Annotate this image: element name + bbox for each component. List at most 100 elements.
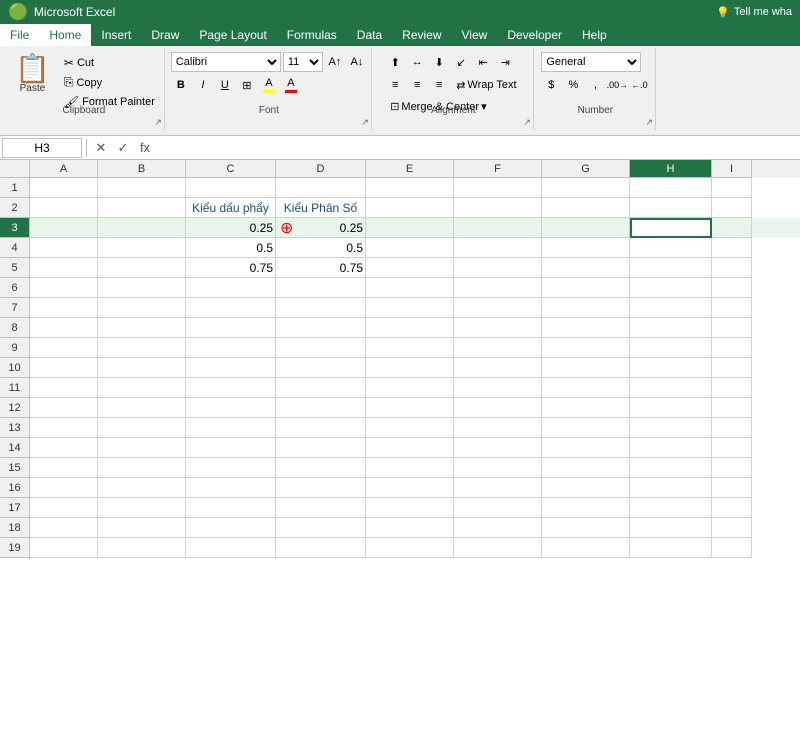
align-right-btn[interactable]: ≡ bbox=[429, 75, 449, 95]
cell-D8[interactable] bbox=[276, 318, 366, 338]
copy-button[interactable]: ⎘ Copy bbox=[59, 73, 160, 92]
cell-I5[interactable] bbox=[712, 258, 752, 278]
font-expand[interactable]: ↗ bbox=[361, 117, 369, 128]
cell-H4[interactable] bbox=[630, 238, 712, 258]
cell-H16[interactable] bbox=[630, 478, 712, 498]
col-header-A[interactable]: A bbox=[30, 160, 98, 178]
cell-E13[interactable] bbox=[366, 418, 454, 438]
cell-A3[interactable] bbox=[30, 218, 98, 238]
cell-D14[interactable] bbox=[276, 438, 366, 458]
cell-C17[interactable] bbox=[186, 498, 276, 518]
row-header-8[interactable]: 8 bbox=[0, 318, 30, 338]
cell-G15[interactable] bbox=[542, 458, 630, 478]
cell-D12[interactable] bbox=[276, 398, 366, 418]
cell-G18[interactable] bbox=[542, 518, 630, 538]
cell-A12[interactable] bbox=[30, 398, 98, 418]
border-button[interactable]: ⊞ bbox=[237, 75, 257, 95]
cell-B6[interactable] bbox=[98, 278, 186, 298]
cell-C12[interactable] bbox=[186, 398, 276, 418]
cell-F6[interactable] bbox=[454, 278, 542, 298]
cell-H1[interactable] bbox=[630, 178, 712, 198]
cell-E5[interactable] bbox=[366, 258, 454, 278]
cell-C4[interactable]: 0.5 bbox=[186, 238, 276, 258]
cell-A13[interactable] bbox=[30, 418, 98, 438]
row-header-14[interactable]: 14 bbox=[0, 438, 30, 458]
align-middle-btn[interactable]: ↔ bbox=[407, 52, 427, 72]
cell-G4[interactable] bbox=[542, 238, 630, 258]
cell-F17[interactable] bbox=[454, 498, 542, 518]
cell-D5[interactable]: 0.75 bbox=[276, 258, 366, 278]
col-header-B[interactable]: B bbox=[98, 160, 186, 178]
cell-I19[interactable] bbox=[712, 538, 752, 558]
cell-B14[interactable] bbox=[98, 438, 186, 458]
cell-A9[interactable] bbox=[30, 338, 98, 358]
cell-C19[interactable] bbox=[186, 538, 276, 558]
cell-G14[interactable] bbox=[542, 438, 630, 458]
cell-E4[interactable] bbox=[366, 238, 454, 258]
cell-I12[interactable] bbox=[712, 398, 752, 418]
cell-G7[interactable] bbox=[542, 298, 630, 318]
font-size-select[interactable]: 11 bbox=[283, 52, 323, 72]
cell-G17[interactable] bbox=[542, 498, 630, 518]
cell-E14[interactable] bbox=[366, 438, 454, 458]
cell-C10[interactable] bbox=[186, 358, 276, 378]
cell-F18[interactable] bbox=[454, 518, 542, 538]
cell-G9[interactable] bbox=[542, 338, 630, 358]
cell-H5[interactable] bbox=[630, 258, 712, 278]
align-bottom-btn[interactable]: ⬇ bbox=[429, 52, 449, 72]
col-header-H[interactable]: H bbox=[630, 160, 712, 178]
cell-E6[interactable] bbox=[366, 278, 454, 298]
cell-D13[interactable] bbox=[276, 418, 366, 438]
cell-H18[interactable] bbox=[630, 518, 712, 538]
cell-D3[interactable]: ⊕ 0.25 bbox=[276, 218, 366, 238]
cell-H19[interactable] bbox=[630, 538, 712, 558]
row-header-15[interactable]: 15 bbox=[0, 458, 30, 478]
cell-B11[interactable] bbox=[98, 378, 186, 398]
cell-D17[interactable] bbox=[276, 498, 366, 518]
cell-G11[interactable] bbox=[542, 378, 630, 398]
increase-font-btn[interactable]: A↑ bbox=[325, 52, 345, 72]
align-top-btn[interactable]: ⬆ bbox=[385, 52, 405, 72]
cell-G8[interactable] bbox=[542, 318, 630, 338]
cell-H8[interactable] bbox=[630, 318, 712, 338]
cell-E3[interactable] bbox=[366, 218, 454, 238]
wrap-text-button[interactable]: ⇄ Wrap Text bbox=[451, 77, 521, 94]
row-header-13[interactable]: 13 bbox=[0, 418, 30, 438]
cell-A17[interactable] bbox=[30, 498, 98, 518]
cell-H9[interactable] bbox=[630, 338, 712, 358]
row-header-1[interactable]: 1 bbox=[0, 178, 30, 198]
cell-H14[interactable] bbox=[630, 438, 712, 458]
cell-H10[interactable] bbox=[630, 358, 712, 378]
row-header-4[interactable]: 4 bbox=[0, 238, 30, 258]
cell-B10[interactable] bbox=[98, 358, 186, 378]
cell-E12[interactable] bbox=[366, 398, 454, 418]
cell-G1[interactable] bbox=[542, 178, 630, 198]
cell-F15[interactable] bbox=[454, 458, 542, 478]
cell-E17[interactable] bbox=[366, 498, 454, 518]
paste-button[interactable]: 📋 Paste bbox=[8, 52, 57, 97]
cell-F10[interactable] bbox=[454, 358, 542, 378]
row-header-19[interactable]: 19 bbox=[0, 538, 30, 558]
formula-input[interactable] bbox=[155, 138, 798, 158]
cell-H11[interactable] bbox=[630, 378, 712, 398]
row-header-17[interactable]: 17 bbox=[0, 498, 30, 518]
cell-D16[interactable] bbox=[276, 478, 366, 498]
cell-A16[interactable] bbox=[30, 478, 98, 498]
cell-G3[interactable] bbox=[542, 218, 630, 238]
cell-B3[interactable] bbox=[98, 218, 186, 238]
row-header-9[interactable]: 9 bbox=[0, 338, 30, 358]
row-header-3[interactable]: 3 bbox=[0, 218, 30, 238]
cell-H6[interactable] bbox=[630, 278, 712, 298]
cell-D10[interactable] bbox=[276, 358, 366, 378]
col-header-C[interactable]: C bbox=[186, 160, 276, 178]
row-header-6[interactable]: 6 bbox=[0, 278, 30, 298]
cell-D9[interactable] bbox=[276, 338, 366, 358]
menu-view[interactable]: View bbox=[452, 24, 498, 46]
comma-btn[interactable]: , bbox=[585, 75, 605, 95]
cell-I14[interactable] bbox=[712, 438, 752, 458]
cell-F8[interactable] bbox=[454, 318, 542, 338]
bold-button[interactable]: B bbox=[171, 75, 191, 95]
cell-A14[interactable] bbox=[30, 438, 98, 458]
cell-D6[interactable] bbox=[276, 278, 366, 298]
cell-E8[interactable] bbox=[366, 318, 454, 338]
